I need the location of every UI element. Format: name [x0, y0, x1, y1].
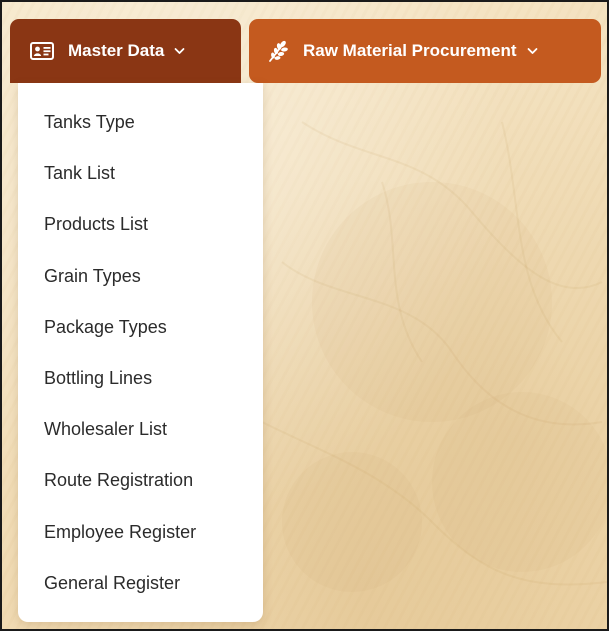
menu-item-tank-list[interactable]: Tank List	[18, 148, 263, 199]
master-data-menu-button[interactable]: Master Data	[10, 19, 241, 83]
menu-item-wholesaler-list[interactable]: Wholesaler List	[18, 404, 263, 455]
wheat-icon	[267, 39, 289, 63]
dropdown-list: Tanks Type Tank List Products List Grain…	[18, 83, 263, 609]
master-data-dropdown: Tanks Type Tank List Products List Grain…	[18, 83, 263, 622]
menu-item-products-list[interactable]: Products List	[18, 199, 263, 250]
menu-item-package-types[interactable]: Package Types	[18, 302, 263, 353]
master-data-label: Master Data	[68, 41, 165, 60]
chevron-down-icon	[174, 47, 185, 55]
menu-item-employee-register[interactable]: Employee Register	[18, 507, 263, 558]
menu-item-grain-types[interactable]: Grain Types	[18, 251, 263, 302]
app-frame: Master Data Raw Material Procurement Tan…	[0, 0, 609, 631]
menu-item-general-register[interactable]: General Register	[18, 558, 263, 609]
menu-item-route-registration[interactable]: Route Registration	[18, 455, 263, 506]
chevron-down-icon	[527, 47, 538, 55]
raw-material-procurement-label: Raw Material Procurement	[303, 41, 517, 60]
raw-material-procurement-menu-button[interactable]: Raw Material Procurement	[249, 19, 601, 83]
id-card-icon	[30, 42, 54, 60]
menu-item-bottling-lines[interactable]: Bottling Lines	[18, 353, 263, 404]
menu-item-tanks-type[interactable]: Tanks Type	[18, 97, 263, 148]
